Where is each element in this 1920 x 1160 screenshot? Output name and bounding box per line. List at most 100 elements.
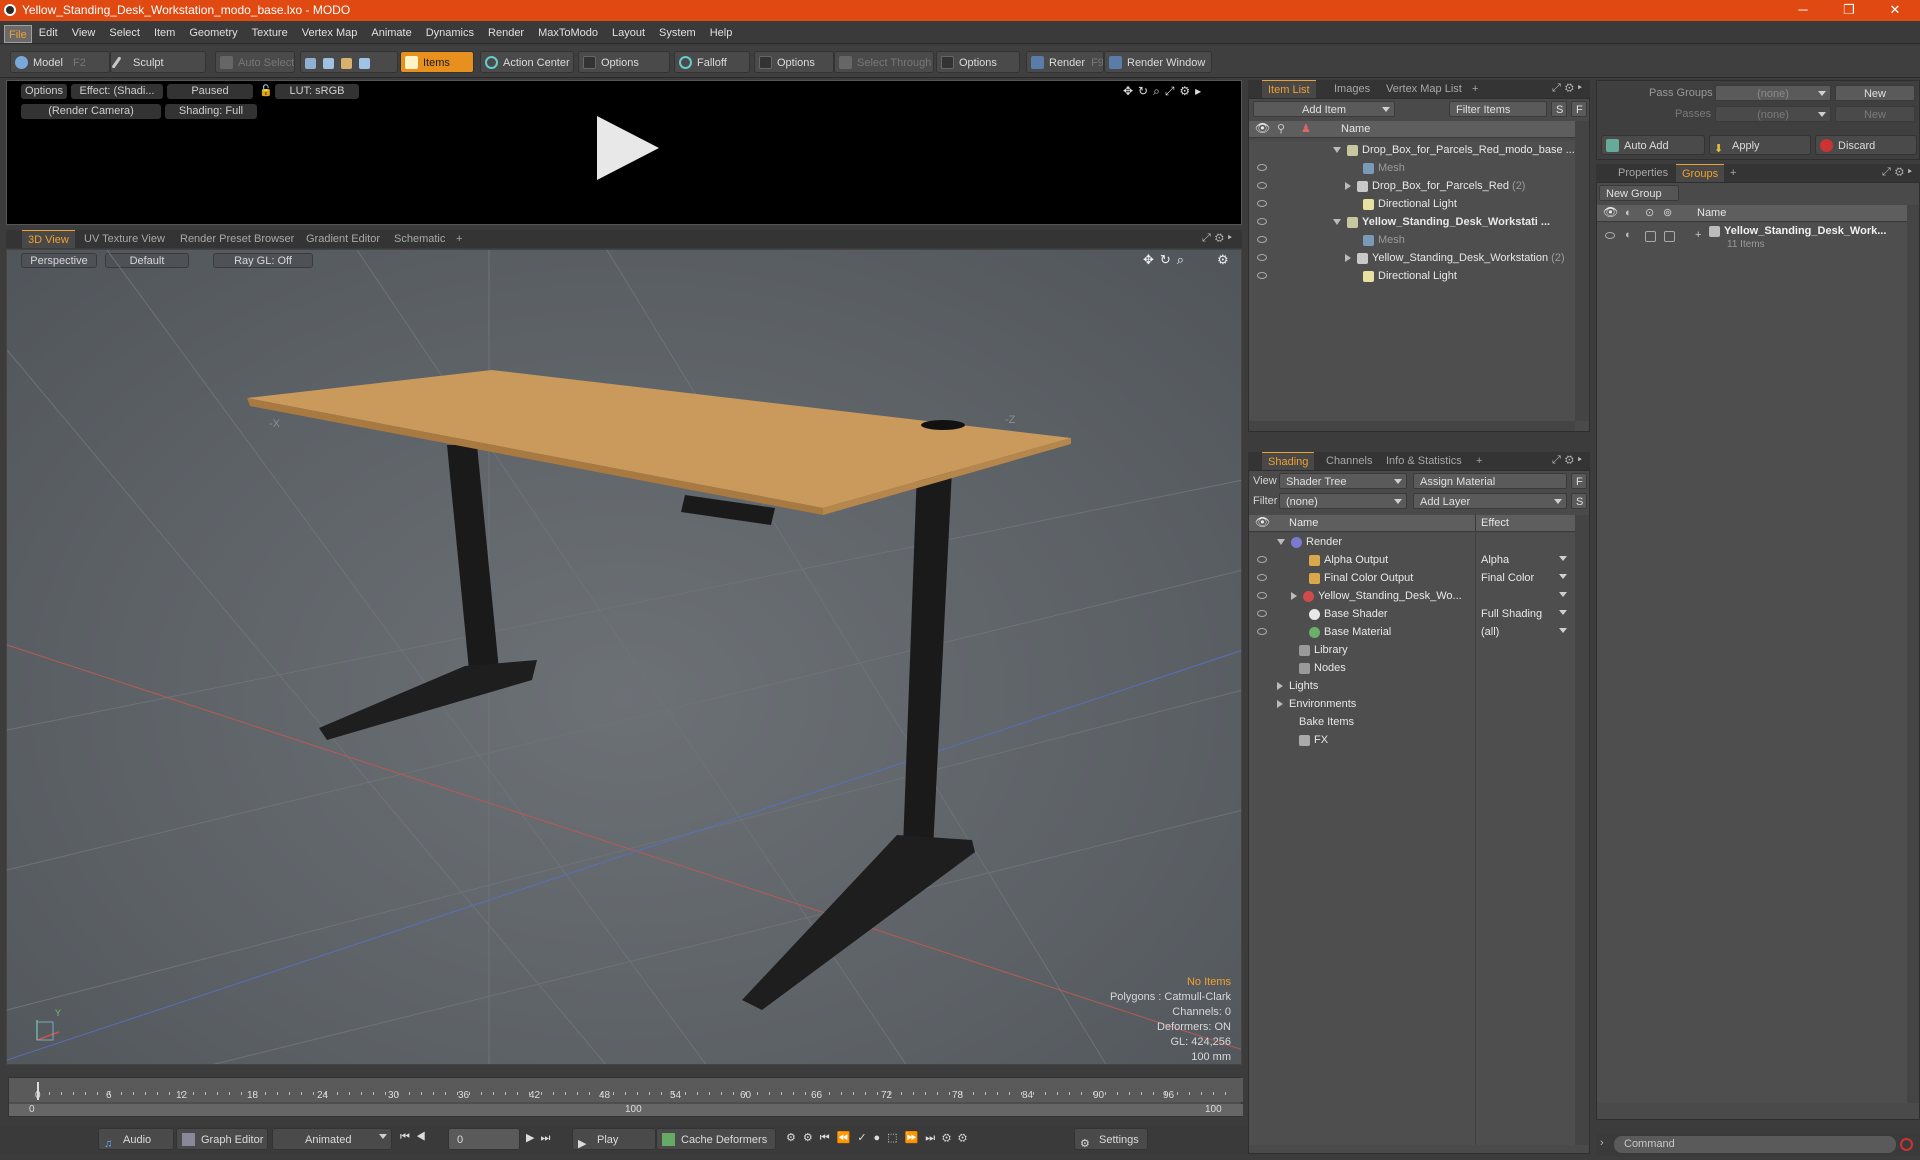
viewport-settings-icons[interactable]: ⤢⚙▸ bbox=[1202, 232, 1236, 245]
list-item[interactable]: Yellow_Standing_Desk_Workstation (2) bbox=[1249, 249, 1575, 267]
apply-button[interactable]: ⬇ Apply bbox=[1709, 135, 1811, 155]
menu-select[interactable]: Select bbox=[102, 22, 147, 44]
add-tab-button[interactable]: + bbox=[1466, 80, 1484, 98]
preview-options-button[interactable]: Options bbox=[21, 84, 67, 99]
list-item[interactable]: Drop_Box_for_Parcels_Red (2) bbox=[1249, 177, 1575, 195]
panel-settings-icons[interactable]: ⤢⚙▸ bbox=[1552, 82, 1586, 95]
filter-f-button[interactable]: F bbox=[1571, 101, 1587, 117]
model-mode-button[interactable]: Model F2 bbox=[10, 51, 110, 73]
panel-settings-icons[interactable]: ⤢⚙▸ bbox=[1552, 454, 1586, 467]
action-center-options-button[interactable]: Options bbox=[578, 51, 670, 73]
tab-shading[interactable]: Shading bbox=[1262, 452, 1315, 470]
expand-arrow-icon[interactable] bbox=[1345, 182, 1351, 191]
edges-mode-icon[interactable] bbox=[323, 57, 335, 69]
audio-button[interactable]: ♫ Audio bbox=[98, 1128, 174, 1150]
shader-item-base-material[interactable]: Base Material (all) bbox=[1249, 623, 1575, 641]
menu-dynamics[interactable]: Dynamics bbox=[419, 22, 481, 44]
itemlist-scrollbar[interactable] bbox=[1575, 121, 1589, 421]
visibility-eye-icon[interactable] bbox=[1257, 628, 1267, 635]
shader-item-render[interactable]: Render bbox=[1249, 533, 1575, 551]
shader-item-nodes[interactable]: Nodes bbox=[1249, 659, 1575, 677]
transport-forward-buttons[interactable]: ▶⏭ bbox=[526, 1131, 556, 1145]
add-tab-button[interactable]: + bbox=[1724, 164, 1742, 182]
filter-items-input[interactable]: Filter Items bbox=[1449, 101, 1547, 117]
chevron-down-icon[interactable] bbox=[1559, 610, 1567, 615]
chevron-down-icon[interactable] bbox=[1559, 556, 1567, 561]
shader-item-material-group[interactable]: Yellow_Standing_Desk_Wo... bbox=[1249, 587, 1575, 605]
3d-viewport[interactable]: Perspective Default Ray GL: Off ✥↻⌕ ⚙ -X… bbox=[6, 249, 1242, 1065]
view-dropdown[interactable]: Shader Tree bbox=[1279, 473, 1407, 489]
filter-s-button[interactable]: S bbox=[1551, 101, 1567, 117]
menu-vertex-map[interactable]: Vertex Map bbox=[295, 22, 365, 44]
list-item[interactable]: Mesh bbox=[1249, 231, 1575, 249]
paused-toggle[interactable]: Paused bbox=[167, 84, 253, 99]
add-item-dropdown[interactable]: Add Item bbox=[1253, 101, 1395, 117]
discard-button[interactable]: Discard bbox=[1815, 135, 1917, 155]
timeline-playhead[interactable] bbox=[37, 1082, 39, 1100]
menu-maxtomodo[interactable]: MaxToModo bbox=[531, 22, 605, 44]
new-pass-button[interactable]: New bbox=[1835, 106, 1915, 122]
falloff-options-button[interactable]: Options bbox=[754, 51, 834, 73]
visibility-eye-icon[interactable] bbox=[1257, 556, 1267, 563]
new-pass-group-button[interactable]: New bbox=[1835, 85, 1915, 101]
key-tools-icons[interactable]: ⚙⚙⏮⏪✓●⬚⏩⏭⚙⚙ bbox=[786, 1131, 974, 1145]
menu-texture[interactable]: Texture bbox=[245, 22, 295, 44]
play-render-icon[interactable] bbox=[597, 116, 659, 180]
visibility-eye-icon[interactable] bbox=[1257, 592, 1267, 599]
chevron-down-icon[interactable] bbox=[1559, 628, 1567, 633]
add-tab-button[interactable]: + bbox=[450, 230, 468, 248]
tab-schematic[interactable]: Schematic bbox=[388, 230, 451, 248]
shading-f-button[interactable]: F bbox=[1571, 473, 1587, 489]
chevron-down-icon[interactable] bbox=[1559, 592, 1567, 597]
auto-add-button[interactable]: Auto Add bbox=[1601, 135, 1705, 155]
panel-settings-icons[interactable]: ⤢⚙▸ bbox=[1882, 166, 1916, 179]
groups-scrollbar[interactable] bbox=[1907, 205, 1919, 1103]
expand-arrow-icon[interactable] bbox=[1333, 147, 1341, 154]
list-item[interactable]: Yellow_Standing_Desk_Workstati ... bbox=[1249, 213, 1575, 231]
menu-item[interactable]: Item bbox=[147, 22, 182, 44]
vertices-mode-icon[interactable] bbox=[305, 57, 316, 69]
menu-edit[interactable]: Edit bbox=[32, 22, 65, 44]
falloff-button[interactable]: Falloff bbox=[674, 51, 750, 73]
camera-dropdown[interactable]: (Render Camera) bbox=[21, 104, 161, 119]
animated-dropdown[interactable]: Animated bbox=[272, 1128, 392, 1150]
tab-properties[interactable]: Properties bbox=[1612, 164, 1674, 182]
tab-channels[interactable]: Channels bbox=[1320, 452, 1378, 470]
visibility-eye-icon[interactable] bbox=[1257, 610, 1267, 617]
tab-images[interactable]: Images bbox=[1328, 80, 1376, 98]
tab-render-preset-browser[interactable]: Render Preset Browser bbox=[174, 230, 300, 248]
shading-dropdown[interactable]: Shading: Full bbox=[165, 104, 257, 119]
tab-3d-view[interactable]: 3D View bbox=[22, 230, 75, 248]
visibility-eye-icon[interactable] bbox=[1257, 574, 1267, 581]
auto-select-button[interactable]: Auto Select bbox=[215, 51, 295, 73]
cache-deformers-button[interactable]: Cache Deformers bbox=[656, 1128, 776, 1150]
menu-help[interactable]: Help bbox=[703, 22, 740, 44]
graph-editor-button[interactable]: Graph Editor bbox=[176, 1128, 268, 1150]
itemlist-hscrollbar[interactable] bbox=[1249, 421, 1575, 431]
add-tab-button[interactable]: + bbox=[1470, 452, 1488, 470]
list-item[interactable]: Directional Light bbox=[1249, 195, 1575, 213]
visibility-eye-icon[interactable] bbox=[1257, 254, 1267, 261]
expand-arrow-icon[interactable] bbox=[1333, 219, 1341, 226]
select-through-options-button[interactable]: Options bbox=[936, 51, 1020, 73]
assign-material-button[interactable]: Assign Material bbox=[1413, 473, 1567, 489]
menu-layout[interactable]: Layout bbox=[605, 22, 652, 44]
shader-item-final-color-output[interactable]: Final Color Output Final Color bbox=[1249, 569, 1575, 587]
materials-mode-icon[interactable] bbox=[359, 57, 371, 69]
effect-dropdown[interactable]: Effect: (Shadi... bbox=[71, 84, 163, 99]
chevron-down-icon[interactable] bbox=[1559, 574, 1567, 579]
visibility-eye-icon[interactable] bbox=[1605, 232, 1615, 239]
play-button[interactable]: ▶ Play bbox=[572, 1128, 656, 1150]
timeline[interactable]: 0 6 12 18 24 30 36 42 48 54 60 66 72 78 … bbox=[8, 1077, 1243, 1117]
list-item[interactable]: Drop_Box_for_Parcels_Red_modo_base ... bbox=[1249, 141, 1575, 159]
render-window-button[interactable]: Render Window bbox=[1104, 51, 1212, 73]
menu-system[interactable]: System bbox=[652, 22, 703, 44]
visibility-eye-icon[interactable] bbox=[1257, 236, 1267, 243]
tab-info-statistics[interactable]: Info & Statistics bbox=[1380, 452, 1468, 470]
polygons-mode-icon[interactable] bbox=[341, 57, 353, 69]
new-group-button[interactable]: New Group bbox=[1599, 185, 1679, 201]
shader-tree-scrollbar[interactable] bbox=[1575, 515, 1589, 1145]
restore-button[interactable]: ❐ bbox=[1826, 0, 1872, 21]
visibility-eye-icon[interactable] bbox=[1257, 218, 1267, 225]
frame-input[interactable]: 0 bbox=[448, 1128, 520, 1150]
